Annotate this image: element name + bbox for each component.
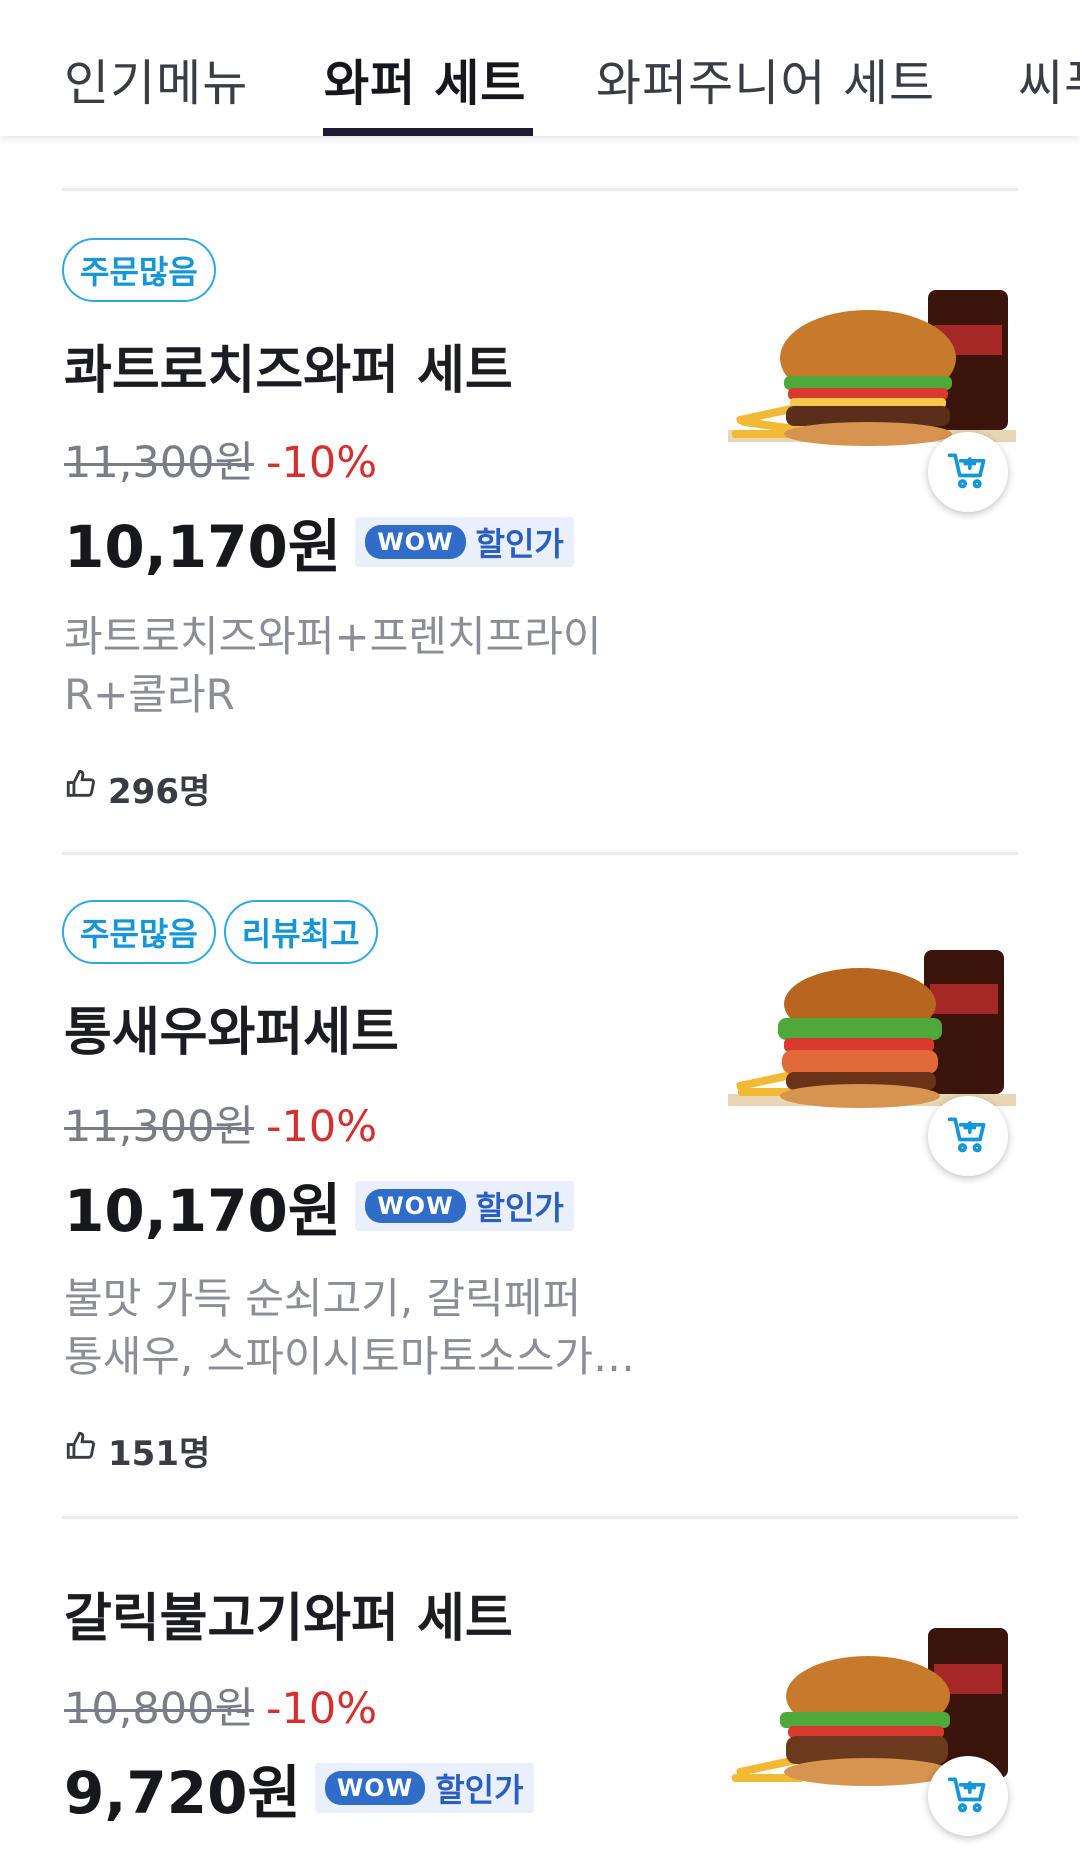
description-line: R+콜라R [64, 670, 235, 719]
add-to-cart-icon [946, 448, 990, 496]
badge-most-ordered: 주문많음 [62, 900, 216, 964]
badge-group: 주문많음 리뷰최고 [62, 900, 378, 964]
tab-whopper-set[interactable]: 와퍼 세트 [324, 44, 526, 115]
menu-item-name: 통새우와퍼세트 [64, 1003, 399, 1063]
wow-label: WOW [365, 525, 466, 559]
add-to-cart-icon [946, 1772, 990, 1820]
original-price: 11,300원 [64, 438, 255, 488]
menu-item-description: 콰트로치즈와퍼+프렌치프라이 R+콜라R [64, 608, 704, 724]
wow-discount-tag: WOW 할인가 [355, 1181, 574, 1231]
add-to-cart-button[interactable] [928, 432, 1008, 512]
badge-best-review: 리뷰최고 [223, 900, 378, 964]
wow-discount-tag: WOW 할인가 [355, 517, 574, 567]
active-tab-indicator [323, 128, 533, 136]
wow-discount-text: 할인가 [475, 1189, 564, 1227]
sale-price: 10,170원 [64, 1177, 342, 1245]
wow-label: WOW [365, 1189, 466, 1223]
description-line: 통새우, 스파이시토마토소스가… [64, 1332, 636, 1381]
menu-item-name: 갈릭불고기와퍼 세트 [64, 1589, 513, 1649]
original-price: 11,300원 [64, 1102, 255, 1152]
category-tab-bar: 인기메뉴 와퍼 세트 와퍼주니어 세트 씨푸 [0, 0, 1080, 136]
divider [62, 188, 1018, 191]
discount-rate: -10% [266, 1102, 378, 1152]
sale-price: 9,720원 [64, 1759, 301, 1827]
original-price-row: 11,300원 -10% [64, 1092, 377, 1154]
add-to-cart-icon [946, 1112, 990, 1160]
divider [62, 1516, 1018, 1519]
description-line: 콰트로치즈와퍼+프렌치프라이 [64, 612, 602, 661]
tab-popular-menu[interactable]: 인기메뉴 [64, 44, 248, 115]
sale-price: 10,170원 [64, 513, 342, 581]
badge-group: 주문많음 [62, 238, 216, 302]
tab-whopper-jr-set[interactable]: 와퍼주니어 세트 [596, 44, 935, 115]
divider [62, 852, 1018, 855]
wow-discount-tag: WOW 할인가 [314, 1763, 534, 1813]
original-price-row: 10,800원 -10% [64, 1674, 377, 1736]
wow-discount-text: 할인가 [475, 525, 564, 563]
likes-row: 151명 [64, 1426, 210, 1475]
price-row: 10,170원 WOW 할인가 [64, 500, 574, 584]
price-row: 9,720원 WOW 할인가 [64, 1746, 534, 1830]
add-to-cart-button[interactable] [928, 1096, 1008, 1176]
discount-rate: -10% [266, 1684, 378, 1734]
wow-discount-text: 할인가 [435, 1771, 524, 1809]
add-to-cart-button[interactable] [928, 1756, 1008, 1836]
menu-item-name: 콰트로치즈와퍼 세트 [64, 341, 513, 401]
description-line: 불맛 가득 순쇠고기, 갈릭페퍼 [64, 1274, 582, 1323]
price-row: 10,170원 WOW 할인가 [64, 1164, 574, 1248]
likes-count: 296명 [108, 772, 211, 812]
original-price: 10,800원 [64, 1684, 255, 1734]
discount-rate: -10% [266, 438, 378, 488]
thumbs-up-icon [64, 767, 98, 810]
wow-label: WOW [324, 1771, 426, 1805]
tab-seafood[interactable]: 씨푸 [1018, 44, 1080, 115]
original-price-row: 11,300원 -10% [64, 428, 377, 490]
likes-count: 151명 [108, 1434, 211, 1474]
menu-item-description: 불맛 가득 순쇠고기, 갈릭페퍼 통새우, 스파이시토마토소스가… [64, 1270, 704, 1386]
thumbs-up-icon [64, 1429, 98, 1472]
likes-row: 296명 [64, 764, 210, 813]
badge-most-ordered: 주문많음 [62, 238, 216, 302]
